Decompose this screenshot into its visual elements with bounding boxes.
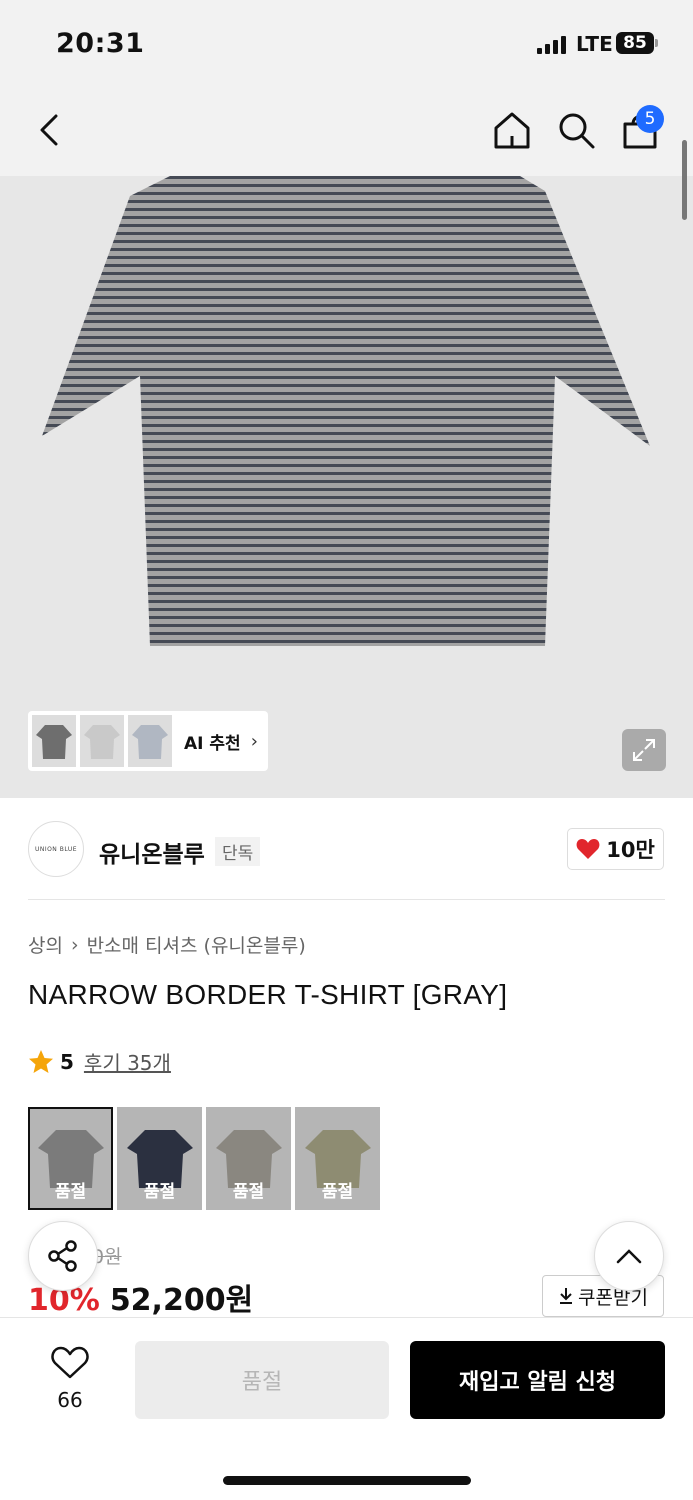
- chevron-up-icon: [616, 1249, 642, 1264]
- product-page: 20:31 LTE 85 5 AI 추천 › UNION BLUE 유니온블루 …: [0, 0, 693, 1500]
- product-title: NARROW BORDER T-SHIRT [GRAY]: [28, 979, 508, 1010]
- heart-filled-icon: [576, 839, 600, 859]
- color-option-2[interactable]: 품절: [117, 1107, 202, 1210]
- heart-outline-icon: [51, 1346, 89, 1379]
- breadcrumb: 상의 › 반소매 티셔츠 (유니온블루): [28, 931, 306, 958]
- brand-like-count: 10만: [606, 838, 655, 862]
- signal-icon: [537, 36, 569, 54]
- tshirt-image: [42, 176, 650, 646]
- home-button[interactable]: [488, 102, 536, 158]
- battery-icon: 85: [616, 32, 654, 54]
- ai-recommend-button[interactable]: AI 추천 ›: [28, 711, 268, 771]
- network-label: LTE: [576, 32, 613, 56]
- wishlist-button[interactable]: 66: [30, 1346, 110, 1412]
- soldout-label: 품절: [54, 1182, 87, 1202]
- restock-alert-button[interactable]: 재입고 알림 신청: [410, 1341, 665, 1419]
- cart-count-badge: 5: [636, 105, 664, 133]
- home-indicator[interactable]: [223, 1476, 471, 1485]
- expand-image-button[interactable]: [622, 729, 666, 771]
- sale-price: 52,200원: [109, 1283, 254, 1318]
- product-image[interactable]: [0, 176, 693, 798]
- share-icon: [48, 1240, 77, 1272]
- share-button[interactable]: [28, 1221, 98, 1291]
- soldout-button: 품절: [135, 1341, 389, 1419]
- back-icon: [40, 114, 58, 146]
- soldout-label: 품절: [232, 1182, 265, 1202]
- download-icon: [560, 1288, 573, 1304]
- rating-row: 5 후기 35개: [28, 1047, 171, 1076]
- color-option-1[interactable]: 품절: [28, 1107, 113, 1210]
- chevron-right-icon: ›: [70, 933, 79, 956]
- scrollbar[interactable]: [682, 140, 687, 220]
- search-icon: [559, 113, 595, 149]
- ai-recommend-label: AI 추천: [184, 733, 241, 754]
- wishlist-count: 66: [57, 1388, 83, 1412]
- soldout-label: 품절: [143, 1182, 176, 1202]
- scroll-top-button[interactable]: [594, 1221, 664, 1291]
- status-bar: 20:31 LTE 85: [0, 0, 693, 88]
- status-time: 20:31: [56, 28, 145, 59]
- top-nav: [0, 88, 693, 176]
- breadcrumb-subcategory[interactable]: 반소매 티셔츠 (유니온블루): [87, 931, 306, 958]
- rating-score: 5: [60, 1049, 74, 1074]
- ai-thumb-2: [80, 715, 124, 767]
- bottom-action-bar: 66 품절 재입고 알림 신청: [0, 1317, 693, 1500]
- brand-row: UNION BLUE 유니온블루 단독 10만: [0, 800, 693, 900]
- back-button[interactable]: [26, 102, 74, 158]
- color-option-3[interactable]: 품절: [206, 1107, 291, 1210]
- brand-like-button[interactable]: 10만: [567, 828, 664, 870]
- star-icon: [29, 1049, 53, 1073]
- exclusive-badge: 단독: [215, 837, 261, 866]
- expand-icon: [633, 739, 655, 761]
- breadcrumb-category[interactable]: 상의: [28, 931, 63, 958]
- soldout-label: 품절: [321, 1182, 354, 1202]
- brand-logo[interactable]: UNION BLUE: [28, 821, 84, 877]
- ai-thumb-1: [32, 715, 76, 767]
- brand-name[interactable]: 유니온블루: [99, 835, 205, 869]
- home-icon: [494, 112, 530, 149]
- review-link[interactable]: 후기 35개: [84, 1047, 171, 1076]
- ai-thumb-3: [128, 715, 172, 767]
- divider: [28, 899, 665, 900]
- color-options: 품절 품절 품절 품절: [28, 1107, 380, 1210]
- color-option-4[interactable]: 품절: [295, 1107, 380, 1210]
- chevron-right-icon: ›: [250, 730, 258, 752]
- search-button[interactable]: [552, 102, 600, 158]
